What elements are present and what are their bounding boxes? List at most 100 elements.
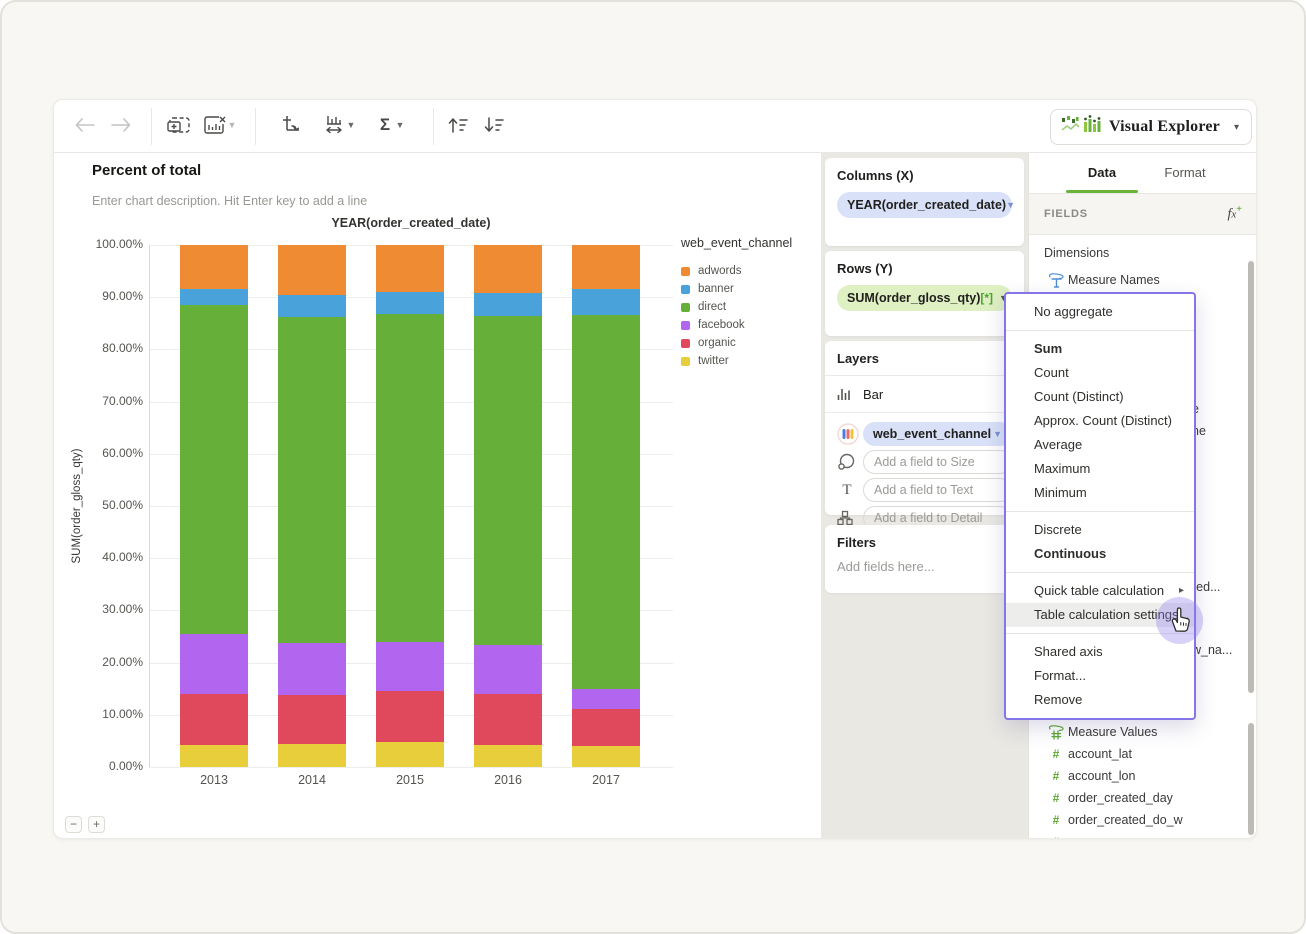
measures-scrollbar[interactable] (1248, 723, 1254, 835)
bar-segment-twitter[interactable] (376, 742, 444, 767)
obscured-field-fragment: red... (1192, 580, 1221, 594)
field-item-partial[interactable]: # (1029, 833, 1256, 838)
bar-segment-direct[interactable] (180, 305, 248, 634)
menu-item-count[interactable]: Count (1006, 361, 1194, 385)
field-item-order-created-do-w[interactable]: # order_created_do_w (1029, 811, 1256, 829)
rows-field-pill[interactable]: SUM(order_gloss_qty) [*] ▼ (837, 285, 1012, 311)
legend-item-adwords[interactable]: adwords (681, 262, 792, 280)
field-item-order-created-day[interactable]: # order_created_day (1029, 789, 1256, 807)
bar-segment-direct[interactable] (572, 315, 640, 690)
size-field-placeholder[interactable]: Add a field to Size (863, 450, 1012, 474)
menu-item-maximum[interactable]: Maximum (1006, 457, 1194, 481)
menu-item-count-distinct[interactable]: Count (Distinct) (1006, 385, 1194, 409)
bar-segment-direct[interactable] (278, 317, 346, 644)
sigma-caret-icon[interactable]: ▼ (392, 110, 408, 140)
bar-segment-facebook[interactable] (180, 633, 248, 694)
bar-segment-twitter[interactable] (278, 744, 346, 767)
bar-segment-organic[interactable] (278, 695, 346, 745)
menu-item-remove[interactable]: Remove (1006, 688, 1194, 712)
x-tick-label: 2017 (592, 773, 620, 787)
legend-item-facebook[interactable]: facebook (681, 316, 792, 334)
toolbar-divider (255, 108, 256, 145)
bar-segment-twitter[interactable] (474, 745, 542, 767)
bar-segment-adwords[interactable] (278, 245, 346, 296)
bar-segment-banner[interactable] (278, 295, 346, 318)
bar-segment-adwords[interactable] (376, 245, 444, 292)
columns-field-pill[interactable]: YEAR(order_created_date) ▼ (837, 192, 1015, 218)
bar-segment-adwords[interactable] (474, 245, 542, 294)
color-encoding-icon[interactable] (837, 423, 863, 445)
menu-item-shared-axis[interactable]: Shared axis (1006, 640, 1194, 664)
bar-segment-organic[interactable] (376, 691, 444, 743)
field-label: account_lat (1068, 747, 1132, 761)
chevron-down-icon[interactable]: ▼ (1006, 200, 1015, 210)
chart-description-placeholder[interactable]: Enter chart description. Hit Enter key t… (92, 194, 367, 208)
bar-segment-twitter[interactable] (572, 746, 640, 767)
dimensions-scrollbar[interactable] (1248, 261, 1254, 693)
bar-segment-banner[interactable] (572, 289, 640, 316)
legend-item-organic[interactable]: organic (681, 334, 792, 352)
field-item-account-lon[interactable]: # account_lon (1029, 767, 1256, 785)
mark-type-label[interactable]: Bar (863, 387, 883, 402)
menu-item-discrete[interactable]: Discrete (1006, 518, 1194, 542)
bar-segment-direct[interactable] (474, 315, 542, 646)
menu-item-approx-count-distinct[interactable]: Approx. Count (Distinct) (1006, 409, 1194, 433)
tab-format[interactable]: Format (1155, 165, 1215, 180)
menu-item-no-aggregate[interactable]: No aggregate (1006, 300, 1194, 324)
tab-data[interactable]: Data (1072, 165, 1132, 180)
bar-segment-facebook[interactable] (572, 689, 640, 709)
zoom-out-button[interactable]: − (65, 816, 82, 833)
filters-placeholder[interactable]: Add fields here... (837, 559, 1012, 574)
bar-segment-facebook[interactable] (376, 641, 444, 692)
y-tick-label: 30.00% (102, 602, 143, 617)
legend-item-twitter[interactable]: twitter (681, 352, 792, 370)
bar-segment-banner[interactable] (474, 293, 542, 316)
visual-explorer-menu-button[interactable]: Visual Explorer ▾ (1049, 109, 1252, 145)
bar-segment-organic[interactable] (474, 693, 542, 746)
toolbar: ▼ ▼ Σ ▼ Visual Explorer ▾ (54, 100, 1256, 153)
remove-chart-caret-icon[interactable]: ▼ (224, 110, 240, 140)
bar-segment-facebook[interactable] (278, 643, 346, 696)
field-item-account-lat[interactable]: # account_lat (1029, 745, 1256, 763)
field-item-measure-values[interactable]: Measure Values (1029, 723, 1256, 741)
bar-segment-adwords[interactable] (572, 245, 640, 290)
forward-icon[interactable] (106, 110, 136, 140)
menu-item-format[interactable]: Format... (1006, 664, 1194, 688)
add-calculation-icon[interactable]: fx+ (1228, 204, 1242, 223)
bar-segment-organic[interactable] (572, 708, 640, 747)
bar-segment-banner[interactable] (376, 291, 444, 314)
swap-axes-icon[interactable] (275, 110, 305, 140)
bar-segment-banner[interactable] (180, 289, 248, 306)
menu-item-continuous[interactable]: Continuous (1006, 542, 1194, 566)
legend-item-direct[interactable]: direct (681, 298, 792, 316)
menu-item-sum[interactable]: Sum (1006, 337, 1194, 361)
chart-title[interactable]: Percent of total (92, 162, 201, 179)
zoom-in-button[interactable]: + (88, 816, 105, 833)
legend-item-banner[interactable]: banner (681, 280, 792, 298)
size-encoding-icon (837, 453, 863, 471)
x-tick-label: 2014 (298, 773, 326, 787)
text-encoding-icon: T (842, 481, 852, 498)
y-tick-label: 80.00% (102, 341, 143, 356)
obscured-field-fragment: w_na... (1192, 643, 1233, 657)
legend-swatch (681, 338, 690, 348)
bar-segment-facebook[interactable] (474, 645, 542, 694)
add-chart-icon[interactable] (164, 110, 194, 140)
sort-descending-icon[interactable] (479, 110, 509, 140)
color-field-pill[interactable]: web_event_channel ▼ (863, 422, 1012, 446)
legend: web_event_channel adwords banner direct fac… (681, 236, 792, 370)
text-field-placeholder[interactable]: Add a field to Text (863, 478, 1012, 502)
sort-ascending-icon[interactable] (443, 110, 473, 140)
x-tick-label: 2013 (200, 773, 228, 787)
bar-segment-adwords[interactable] (180, 245, 248, 290)
field-item-measure-names[interactable]: Measure Names (1029, 271, 1256, 289)
bar-segment-twitter[interactable] (180, 745, 248, 767)
chevron-down-icon[interactable]: ▼ (993, 429, 1002, 439)
menu-item-quick-table-calculation[interactable]: Quick table calculation ▸ (1006, 579, 1194, 603)
histogram-caret-icon[interactable]: ▼ (343, 110, 359, 140)
menu-item-average[interactable]: Average (1006, 433, 1194, 457)
menu-item-minimum[interactable]: Minimum (1006, 481, 1194, 505)
bar-segment-direct[interactable] (376, 313, 444, 642)
bar-segment-organic[interactable] (180, 693, 248, 746)
back-icon[interactable] (70, 110, 100, 140)
